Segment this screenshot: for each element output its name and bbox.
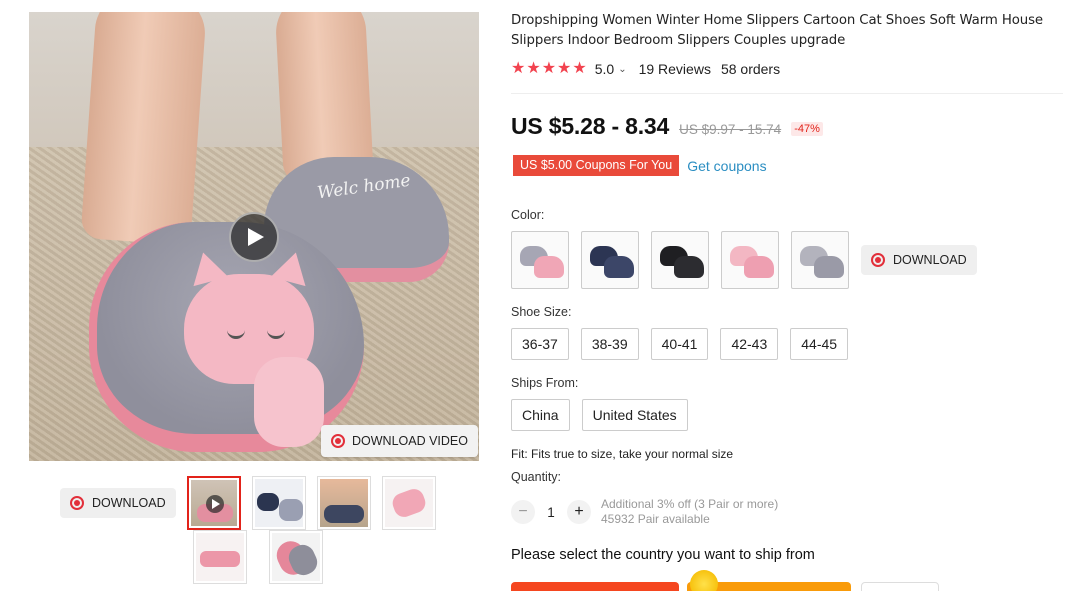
size-option[interactable]: 42-43 bbox=[720, 328, 779, 360]
star-icon: ★ bbox=[572, 60, 587, 77]
price-row: US $5.28 - 8.34 US $9.97 - 15.74 -47% bbox=[511, 113, 823, 140]
thumbnail-side[interactable] bbox=[193, 530, 247, 584]
size-options: 36-37 38-39 40-41 42-43 44-45 bbox=[511, 328, 849, 360]
coupon-row: US $5.00 Coupons For You Get coupons bbox=[513, 155, 767, 176]
quantity-stepper: − 1 + Additional 3% off (3 Pair or more)… bbox=[511, 497, 778, 527]
quantity-decrease-button[interactable]: − bbox=[511, 500, 535, 524]
thumbnail-row-1 bbox=[187, 476, 447, 530]
color-swatch-black[interactable] bbox=[651, 231, 709, 289]
swatch-slipper bbox=[534, 256, 564, 278]
quantity-info: Additional 3% off (3 Pair or more) 45932… bbox=[601, 497, 778, 527]
ships-from-option[interactable]: United States bbox=[581, 399, 688, 431]
star-icon: ★ bbox=[511, 60, 526, 77]
size-label: Shoe Size: bbox=[511, 305, 572, 319]
star-icon: ★ bbox=[557, 60, 572, 77]
swatch-slipper bbox=[674, 256, 704, 278]
color-download-label: DOWNLOAD bbox=[893, 253, 967, 267]
thumbnail-slipper bbox=[257, 493, 279, 511]
swatch-slipper bbox=[814, 256, 844, 278]
star-icon: ★ bbox=[541, 60, 557, 77]
quantity-label: Quantity: bbox=[511, 470, 562, 484]
thumbnail-pink[interactable] bbox=[382, 476, 436, 530]
color-options: DOWNLOAD bbox=[511, 231, 977, 289]
color-download-button[interactable]: DOWNLOAD bbox=[861, 245, 977, 275]
current-price: US $5.28 - 8.34 bbox=[511, 113, 670, 139]
chevron-down-icon[interactable]: ⌄ bbox=[618, 64, 626, 75]
play-icon bbox=[248, 228, 264, 246]
gallery-download-label: DOWNLOAD bbox=[92, 496, 166, 510]
color-swatch-navy[interactable] bbox=[581, 231, 639, 289]
star-icon: ★ bbox=[526, 60, 541, 77]
color-swatch-pink[interactable] bbox=[721, 231, 779, 289]
download-video-button[interactable]: DOWNLOAD VIDEO bbox=[321, 425, 478, 457]
rating-value[interactable]: 5.0 bbox=[595, 61, 614, 77]
thumbnail-navy[interactable] bbox=[252, 476, 306, 530]
thumbnail-video[interactable] bbox=[187, 476, 241, 530]
size-option[interactable]: 40-41 bbox=[650, 328, 709, 360]
bulk-offer-text: Additional 3% off (3 Pair or more) bbox=[601, 497, 779, 511]
quantity-increase-button[interactable]: + bbox=[567, 500, 591, 524]
size-option[interactable]: 36-37 bbox=[511, 328, 569, 360]
ship-from-prompt: Please select the country you want to sh… bbox=[511, 547, 815, 563]
fit-note: Fit: Fits true to size, take your normal… bbox=[511, 447, 734, 461]
size-option[interactable]: 44-45 bbox=[790, 328, 849, 360]
thumbnail-slipper bbox=[200, 551, 240, 567]
buy-now-button[interactable] bbox=[511, 582, 679, 591]
sparkle-icon bbox=[690, 570, 718, 591]
color-label: Color: bbox=[511, 208, 545, 222]
download-badge-icon bbox=[871, 253, 885, 267]
quantity-input[interactable]: 1 bbox=[535, 505, 567, 520]
thumbnail-row-2 bbox=[193, 530, 334, 584]
thumbnail-slipper bbox=[279, 499, 303, 521]
gallery-download-button[interactable]: DOWNLOAD bbox=[60, 488, 176, 518]
orders-count: 58 orders bbox=[720, 61, 781, 77]
size-option[interactable]: 38-39 bbox=[580, 328, 639, 360]
product-main-image[interactable]: Welc home DOWNLOAD VIDEO bbox=[29, 12, 479, 461]
reviews-link[interactable]: 19 Reviews bbox=[639, 61, 711, 77]
thumbnail-worn[interactable] bbox=[317, 476, 371, 530]
swatch-slipper bbox=[604, 256, 634, 278]
divider bbox=[511, 93, 1063, 94]
play-video-button[interactable] bbox=[229, 212, 279, 262]
ships-from-option[interactable]: China bbox=[511, 399, 570, 431]
coupon-badge[interactable]: US $5.00 Coupons For You bbox=[513, 155, 680, 176]
discount-badge: -47% bbox=[791, 122, 823, 136]
download-badge-icon bbox=[70, 496, 84, 510]
wishlist-button[interactable] bbox=[861, 582, 939, 591]
thumbnail-play-icon bbox=[206, 495, 224, 513]
color-swatch-grey-pink[interactable] bbox=[511, 231, 569, 289]
cat-paw bbox=[254, 357, 324, 447]
ships-from-options: China United States bbox=[511, 399, 688, 431]
rating-stars[interactable]: ★ ★ ★ ★ ★ bbox=[511, 60, 587, 78]
swatch-slipper bbox=[744, 256, 774, 278]
thumbnail-sole[interactable] bbox=[269, 530, 323, 584]
stock-available-text: 45932 Pair available bbox=[601, 512, 710, 526]
rating-row: ★ ★ ★ ★ ★ 5.0 ⌄ 19 Reviews 58 orders bbox=[511, 60, 780, 78]
download-video-label: DOWNLOAD VIDEO bbox=[352, 434, 468, 448]
leg-left bbox=[80, 12, 208, 246]
product-title: Dropshipping Women Winter Home Slippers … bbox=[511, 13, 1044, 48]
ships-from-label: Ships From: bbox=[511, 376, 579, 390]
get-coupons-link[interactable]: Get coupons bbox=[687, 158, 766, 174]
thumbnail-slipper bbox=[324, 505, 364, 523]
original-price: US $9.97 - 15.74 bbox=[679, 122, 782, 137]
color-swatch-grey[interactable] bbox=[791, 231, 849, 289]
download-badge-icon bbox=[331, 434, 345, 448]
